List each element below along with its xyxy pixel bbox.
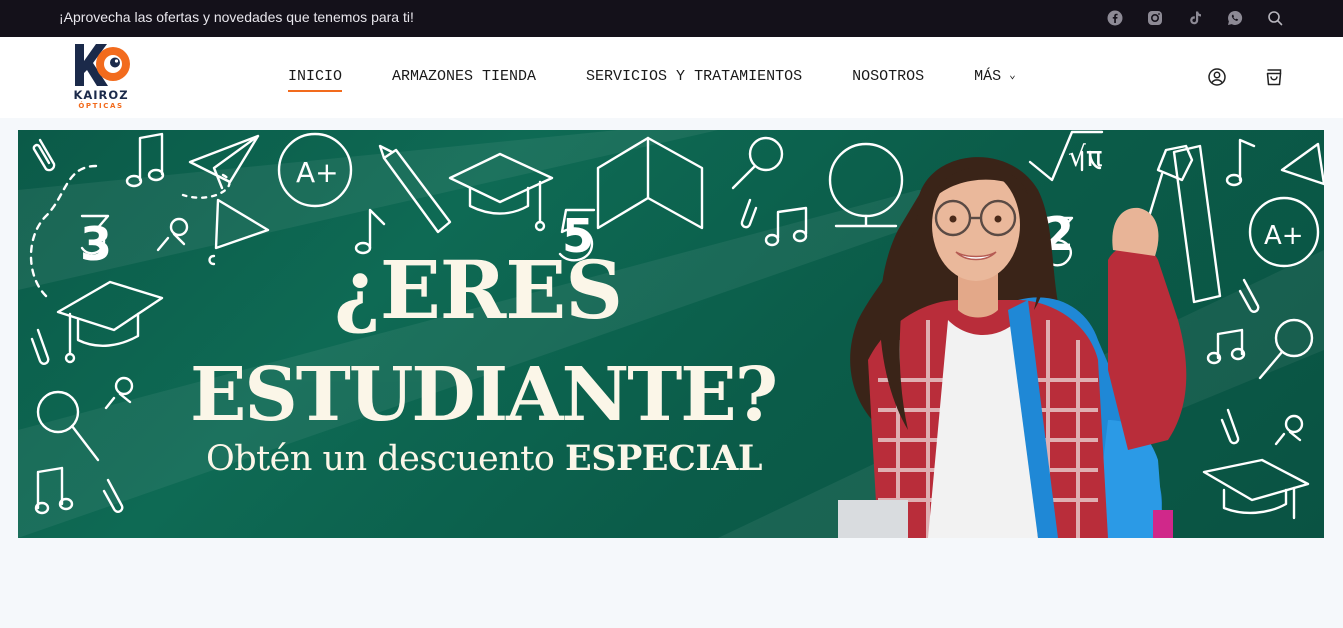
whatsapp-icon[interactable] — [1225, 8, 1245, 28]
banner-subheadline: Obtén un descuento ESPECIAL — [204, 441, 764, 477]
nav-item-armazones-tienda[interactable]: ARMAZONES TIENDA — [392, 68, 536, 85]
banner-subheadline-text: Obtén un descuento — [206, 439, 566, 479]
doodle-number-3: 3 — [80, 217, 112, 271]
hero-banner[interactable]: 3 5 2 A+ A+ √π ¿ERES ESTUDIANTE? Obtén u… — [18, 130, 1324, 538]
nav-item-inicio[interactable]: INICIO — [288, 68, 343, 92]
social-icons — [1105, 8, 1285, 28]
logo-mark-icon — [75, 44, 130, 86]
site-header: KAIROZ ÓPTICAS INICIO ARMAZONES TIENDA S… — [0, 37, 1343, 118]
promo-text: ¡Aprovecha las ofertas y novedades que t… — [59, 9, 414, 25]
banner-subheadline-emphasis: ESPECIAL — [565, 438, 762, 479]
doodle-grade: A+ — [296, 156, 339, 189]
nav-item-nosotros[interactable]: NOSOTROS — [852, 68, 924, 85]
facebook-icon[interactable] — [1105, 8, 1125, 28]
cart-icon[interactable] — [1264, 67, 1284, 87]
doodle-grade-right: A+ — [1264, 221, 1304, 251]
logo-name: KAIROZ — [73, 88, 129, 102]
top-promo-bar: ¡Aprovecha las ofertas y novedades que t… — [0, 0, 1343, 37]
nav-item-servicios-tratamientos[interactable]: SERVICIOS Y TRATAMIENTOS — [586, 68, 802, 85]
main-nav: INICIO ARMAZONES TIENDA SERVICIOS Y TRAT… — [288, 68, 1016, 92]
instagram-icon[interactable] — [1145, 8, 1165, 28]
kairoz-logo[interactable]: KAIROZ ÓPTICAS — [70, 42, 132, 110]
account-icon[interactable] — [1207, 67, 1227, 87]
banner-headline-line2: ESTUDIANTE? — [189, 352, 778, 438]
logo-subtitle: ÓPTICAS — [78, 102, 124, 110]
nav-item-mas-label: MÁS — [974, 68, 1002, 85]
banner-headline-line1: ¿ERES — [333, 243, 623, 337]
tiktok-icon[interactable] — [1185, 8, 1205, 28]
student-photo — [838, 157, 1187, 538]
chevron-down-icon: ⌄ — [1009, 70, 1016, 82]
search-icon[interactable] — [1265, 8, 1285, 28]
nav-item-mas[interactable]: MÁS ⌄ — [974, 68, 1016, 85]
